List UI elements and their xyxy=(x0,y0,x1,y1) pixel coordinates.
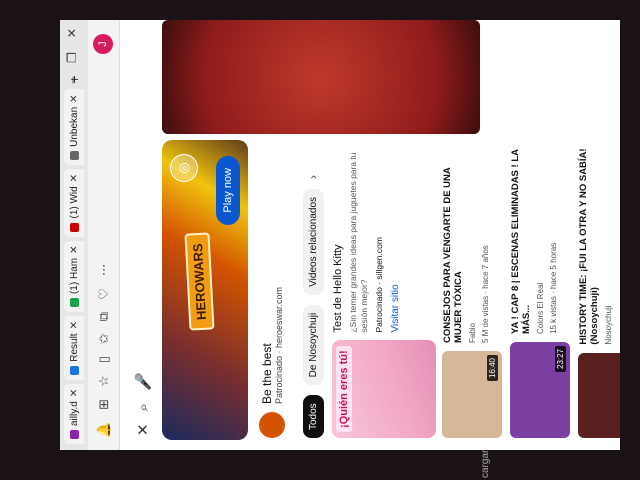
collections-icon[interactable]: ⧉ xyxy=(96,312,112,321)
sponsored-description: ¿Sin temer grandes ideas para juguetes p… xyxy=(348,152,370,333)
search-icon[interactable]: ⌕ xyxy=(135,403,152,411)
microphone-icon[interactable]: 🎤 xyxy=(134,372,152,391)
advertiser-icon xyxy=(259,412,285,438)
game-logo: HEROWARS xyxy=(184,232,215,331)
tab-0[interactable]: ailly.d ✕ xyxy=(64,383,84,444)
thumbnail-caption: ¡Quién eres tú! xyxy=(336,346,352,432)
browser-toolbar: 🔔 ⊞ ☆ ▯ ✩ ⧉ ♡ ⋯ xyxy=(88,20,120,450)
chevron-right-icon[interactable]: › xyxy=(306,175,320,179)
video-channel: Nosoychuji xyxy=(603,305,613,345)
close-icon[interactable]: ✕ xyxy=(69,389,80,397)
video-meta: 5 M de vistas · hace 7 años xyxy=(480,245,490,344)
video-title[interactable]: HISTORY TIME: ¡FUI LA OTRA Y NO SABÍA! (… xyxy=(578,138,601,344)
browser-essentials-icon[interactable]: ♡ xyxy=(96,288,112,300)
close-icon[interactable]: ✕ xyxy=(69,94,80,102)
star-icon[interactable]: ☆ xyxy=(96,375,112,387)
search-row: ✕ ⌕ 🎤 xyxy=(126,20,160,450)
sponsored-label: Patrocinado · sillgen.com xyxy=(374,237,385,333)
tab-favicon xyxy=(69,150,79,160)
video-channel: Colors El Real xyxy=(535,282,545,334)
tab-4[interactable]: Unbekan ✕ xyxy=(64,89,84,165)
status-text: cargar xyxy=(480,449,491,478)
list-item[interactable]: 23:27 YA ! CAP 8 | ESCENAS ELIMINADAS ! … xyxy=(510,138,570,438)
tab-3[interactable]: (1) Wid ✕ xyxy=(64,168,84,237)
video-thumbnail[interactable] xyxy=(578,352,620,438)
tab-label: Unbekan xyxy=(68,106,80,147)
youtube-page: ✕ ⌕ 🎤 HEROWARS ◎ Play now Be the best Pa… xyxy=(120,20,620,450)
list-item[interactable]: 16:40 CONSEJOS PARA VENGARTE DE UNA MUJE… xyxy=(442,138,502,438)
duration-badge: 23:27 xyxy=(555,345,566,372)
duration-badge: 16:40 xyxy=(487,355,498,382)
maximize-icon[interactable]: ❐ xyxy=(65,52,79,63)
minimize-icon[interactable]: – xyxy=(65,77,79,84)
sponsored-card[interactable]: ¡Quién eres tú! Test de Hello Kitty ¿Sin… xyxy=(332,138,436,438)
settings-more-icon[interactable]: ⋯ xyxy=(96,263,112,276)
split-screen-icon[interactable]: ▯ xyxy=(96,356,112,363)
tab-favicon xyxy=(69,298,79,308)
sponsored-title[interactable]: Test de Hello Kitty xyxy=(332,138,344,332)
tab-bar: ailly.d ✕ Result ✕ (1) Ham ✕ (1) Wid ✕ Unbek… xyxy=(60,20,88,450)
video-player[interactable] xyxy=(162,20,480,134)
tab-label: (1) Ham xyxy=(68,257,80,295)
close-window-icon[interactable]: ✕ xyxy=(65,28,79,38)
play-now-button[interactable]: Play now xyxy=(216,156,240,225)
video-title[interactable]: YA ! CAP 8 | ESCENAS ELIMINADAS ! LA MÁS… xyxy=(510,138,533,334)
ad-sponsor: Patrocinado · heroeswar.com xyxy=(274,286,284,404)
avatar[interactable]: J xyxy=(93,34,113,54)
video-meta: 15 k vistas · hace 5 horas xyxy=(548,242,558,334)
video-thumbnail[interactable]: 16:40 xyxy=(442,351,502,438)
ad-title: Be the best xyxy=(260,343,274,404)
tab-favicon xyxy=(69,430,79,439)
info-icon[interactable]: ◎ xyxy=(170,154,198,182)
video-channel: Fabio xyxy=(467,323,477,344)
sponsored-thumbnail[interactable]: ¡Quién eres tú! xyxy=(332,340,436,438)
favorites-icon[interactable]: ✩ xyxy=(96,333,112,344)
ad-image: HEROWARS ◎ Play now xyxy=(162,140,248,440)
tab-favicon xyxy=(69,365,79,375)
close-icon[interactable]: ✕ xyxy=(134,423,152,436)
close-icon[interactable]: ✕ xyxy=(69,174,80,182)
browser-window: ailly.d ✕ Result ✕ (1) Ham ✕ (1) Wid ✕ Unbek… xyxy=(60,20,620,450)
filter-chips: Todos De Nosoychuji Videos relacionados … xyxy=(296,138,330,438)
chip-de-nosoychuji[interactable]: De Nosoychuji xyxy=(302,304,324,386)
ad-banner[interactable]: HEROWARS ◎ Play now xyxy=(162,140,248,440)
list-item[interactable]: HISTORY TIME: ¡FUI LA OTRA Y NO SABÍA! (… xyxy=(578,138,620,438)
tab-label: ailly.d xyxy=(68,401,80,426)
add-video-icon[interactable]: ⊞ xyxy=(96,399,112,410)
chip-todos[interactable]: Todos xyxy=(302,395,324,438)
chip-videos-relacionados[interactable]: Videos relacionados xyxy=(302,188,324,295)
tab-favicon xyxy=(69,222,79,232)
ad-meta: Be the best Patrocinado · heroeswar.com xyxy=(252,138,292,438)
tab-1[interactable]: Result ✕ xyxy=(64,316,84,380)
close-icon[interactable]: ✕ xyxy=(69,321,80,329)
bell-icon[interactable]: 🔔 xyxy=(96,422,112,438)
tab-label: (1) Wid xyxy=(68,186,80,219)
visit-site-link[interactable]: Visitar sitio xyxy=(390,138,401,332)
window-controls: – ❐ ✕ xyxy=(65,28,79,84)
tab-label: Result xyxy=(68,333,80,362)
video-thumbnail[interactable]: 23:27 xyxy=(510,341,570,438)
tab-2[interactable]: (1) Ham ✕ xyxy=(64,240,84,313)
close-icon[interactable]: ✕ xyxy=(69,246,80,254)
related-videos: 16:40 CONSEJOS PARA VENGARTE DE UNA MUJE… xyxy=(442,138,620,438)
video-title[interactable]: CONSEJOS PARA VENGARTE DE UNA MUJER TÓXI… xyxy=(442,138,465,343)
